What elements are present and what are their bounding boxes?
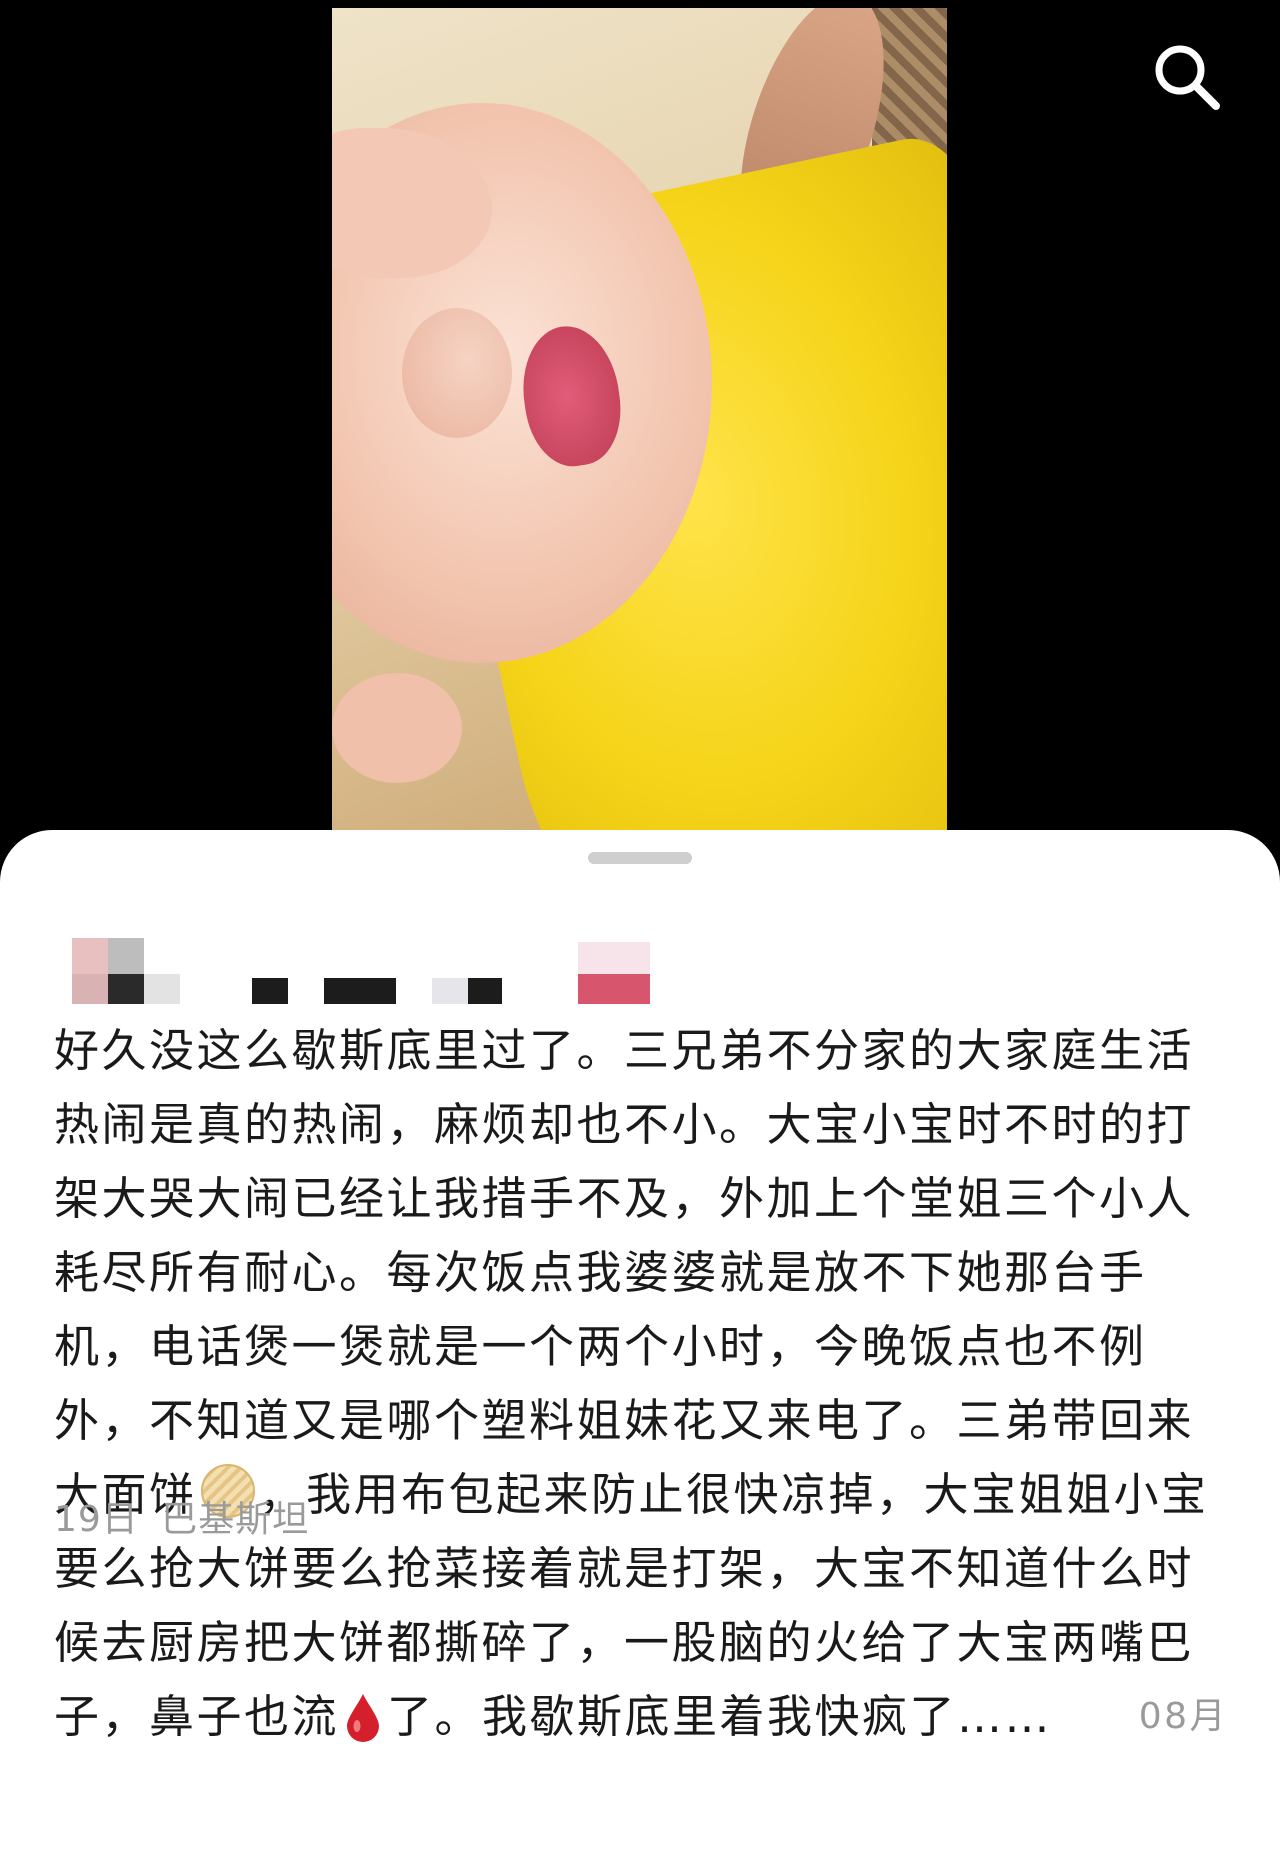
post-date-day: 19日 — [54, 1499, 139, 1540]
mosaic-block — [468, 978, 502, 1004]
search-icon[interactable] — [1150, 40, 1224, 114]
mosaic-block — [578, 942, 650, 974]
post-photo[interactable] — [332, 8, 947, 830]
post-line: 子，鼻子也流 — [54, 1690, 340, 1743]
mosaic-block — [108, 938, 144, 974]
post-date-month: 08月 — [1138, 1696, 1228, 1737]
photo-ear — [332, 673, 462, 783]
post-detail-sheet[interactable]: 好久没这么歇斯底里过了。三兄弟不分家的大家庭生活 热闹是真的热闹，麻烦却也不小。… — [0, 830, 1280, 1870]
post-line: 候去厨房把大饼都撕碎了，一股脑的火给了大宝两嘴巴 — [54, 1616, 1195, 1669]
post-line: 好久没这么歇斯底里过了。三兄弟不分家的大家庭生活 — [54, 1024, 1195, 1077]
mosaic-block — [72, 938, 108, 974]
blood-drop-emoji-icon — [345, 1690, 381, 1742]
photo-nose — [402, 308, 512, 438]
post-line: ，我用布包起来防止很快凉掉，大宝姐姐小宝 — [258, 1468, 1209, 1521]
mosaic-block — [252, 978, 288, 1004]
mosaic-block — [578, 974, 650, 1004]
post-line: 要么抢大饼要么抢菜接着就是打架，大宝不知道什么时 — [54, 1542, 1195, 1595]
mosaic-block — [324, 978, 396, 1004]
post-location: 巴基斯坦 — [161, 1499, 310, 1540]
post-line: 机，电话煲一煲就是一个两个小时，今晚饭点也不例 — [54, 1320, 1147, 1373]
post-line: 架大哭大闹已经让我措手不及，外加上个堂姐三个小人 — [54, 1172, 1195, 1225]
mosaic-block — [144, 974, 180, 1004]
author-name-redacted — [70, 938, 670, 1006]
mosaic-block — [72, 974, 108, 1004]
mosaic-block — [108, 974, 144, 1004]
mosaic-block — [432, 978, 468, 1004]
drag-handle[interactable] — [588, 852, 692, 864]
post-line: 耗尽所有耐心。每次饭点我婆婆就是放不下她那台手 — [54, 1246, 1147, 1299]
post-line: 热闹是真的热闹，麻烦却也不小。大宝小宝时不时的打 — [54, 1098, 1195, 1151]
post-line: 外，不知道又是哪个塑料姐妹花又来电了。三弟带回来 — [54, 1394, 1195, 1447]
media-viewer[interactable] — [0, 0, 1280, 840]
post-meta: 19日 巴基斯坦 — [54, 1490, 309, 1542]
post-line: 了。我歇斯底里着我快疯了…… — [387, 1690, 1053, 1743]
post-body: 好久没这么歇斯底里过了。三兄弟不分家的大家庭生活 热闹是真的热闹，麻烦却也不小。… — [54, 1014, 1234, 1754]
